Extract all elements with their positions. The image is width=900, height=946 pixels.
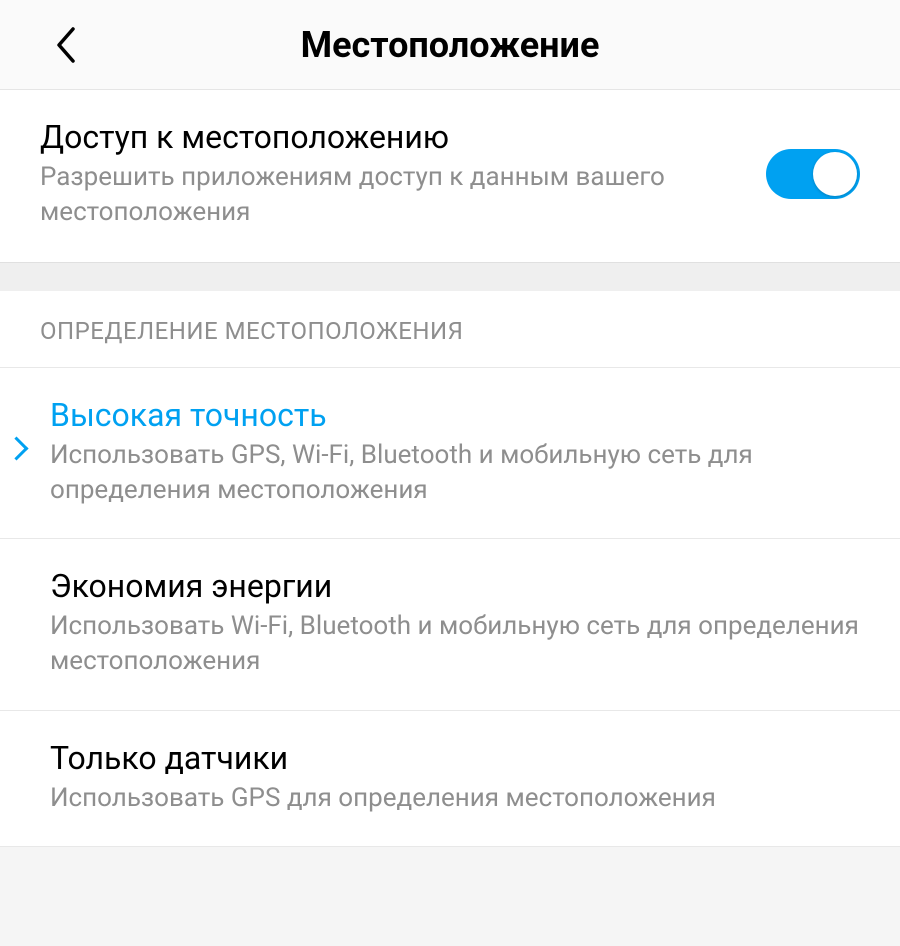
location-access-title: Доступ к местоположению xyxy=(40,118,746,156)
option-desc: Использовать GPS, Wi-Fi, Bluetooth и моб… xyxy=(50,438,860,508)
option-title: Только датчики xyxy=(50,739,860,777)
location-access-text: Доступ к местоположению Разрешить прилож… xyxy=(40,118,766,230)
option-title: Экономия энергии xyxy=(50,567,860,605)
location-access-toggle[interactable] xyxy=(766,149,860,199)
option-desc: Использовать GPS для определения местопо… xyxy=(50,781,860,816)
option-title: Высокая точность xyxy=(50,396,860,434)
option-battery-saving[interactable]: Экономия энергии Использовать Wi-Fi, Blu… xyxy=(0,539,900,710)
page-title: Местоположение xyxy=(40,24,860,66)
option-desc: Использовать Wi-Fi, Bluetooth и мобильну… xyxy=(50,609,860,679)
group-header: ОПРЕДЕЛЕНИЕ МЕСТОПОЛОЖЕНИЯ xyxy=(0,291,900,368)
section-gap xyxy=(0,263,900,291)
header: Местоположение xyxy=(0,0,900,90)
option-high-accuracy[interactable]: Высокая точность Использовать GPS, Wi-Fi… xyxy=(0,368,900,539)
location-access-row: Доступ к местоположению Разрешить прилож… xyxy=(0,90,900,263)
option-device-only[interactable]: Только датчики Использовать GPS для опре… xyxy=(0,711,900,847)
location-access-desc: Разрешить приложениям доступ к данным ва… xyxy=(40,160,746,230)
toggle-knob xyxy=(813,152,857,196)
